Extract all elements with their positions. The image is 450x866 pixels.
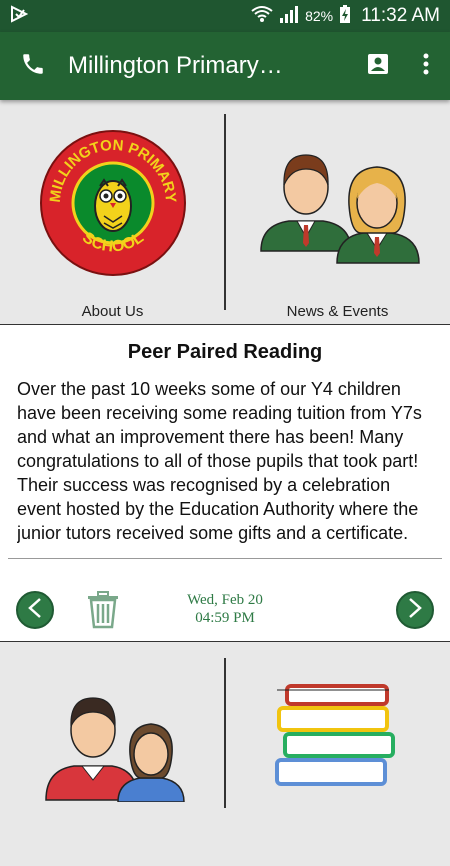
- signal-icon: [279, 5, 299, 28]
- news-time: 04:59 PM: [195, 610, 255, 626]
- card-footer: Wed, Feb 20 04:59 PM: [0, 587, 450, 631]
- news-card: Peer Paired Reading Over the past 10 wee…: [0, 324, 450, 642]
- app-title: Millington Primary…: [68, 52, 283, 79]
- previous-button[interactable]: [16, 591, 54, 629]
- phone-button[interactable]: [0, 32, 66, 100]
- battery-charging-icon: [339, 4, 351, 29]
- tile-books[interactable]: [225, 642, 450, 866]
- notification-icon: [10, 4, 29, 28]
- phone-icon: [20, 51, 46, 82]
- tile-about-us[interactable]: MILLINGTON PRIMARY SCHOOL About Us: [0, 100, 225, 324]
- menu-grid-top: MILLINGTON PRIMARY SCHOOL About Us News …: [0, 100, 450, 324]
- app-bar: Millington Primary…: [0, 32, 450, 100]
- people-icon: [253, 118, 423, 288]
- tile-label-about-us: About Us: [81, 303, 144, 320]
- parents-icon: [38, 672, 188, 802]
- wifi-icon: [251, 5, 273, 28]
- status-bar: 82% 11:32 AM: [0, 0, 450, 32]
- more-vert-icon: [423, 53, 429, 80]
- news-body[interactable]: Over the past 10 weeks some of our Y4 ch…: [17, 377, 437, 559]
- menu-grid-bottom: [0, 642, 450, 808]
- news-datetime: Wed, Feb 20 04:59 PM: [150, 591, 300, 627]
- tile-label-news-events: News & Events: [286, 303, 389, 320]
- trash-icon: [86, 591, 120, 633]
- contact-card-icon: [366, 52, 390, 81]
- battery-percent: 82%: [305, 8, 334, 24]
- next-button[interactable]: [396, 591, 434, 629]
- books-icon: [273, 680, 403, 800]
- news-title: Peer Paired Reading: [127, 341, 323, 363]
- clock: 11:32 AM: [361, 5, 440, 26]
- tile-news-events[interactable]: News & Events: [225, 100, 450, 324]
- chevron-right-icon: [407, 597, 423, 624]
- tile-parents[interactable]: [0, 642, 225, 866]
- overflow-menu-button[interactable]: [402, 32, 450, 100]
- card-divider: [8, 558, 442, 559]
- news-date: Wed, Feb 20: [187, 592, 263, 608]
- contacts-button[interactable]: [354, 32, 402, 100]
- school-logo: MILLINGTON PRIMARY SCHOOL: [38, 118, 188, 288]
- chevron-left-icon: [27, 597, 43, 624]
- delete-button[interactable]: [86, 591, 120, 629]
